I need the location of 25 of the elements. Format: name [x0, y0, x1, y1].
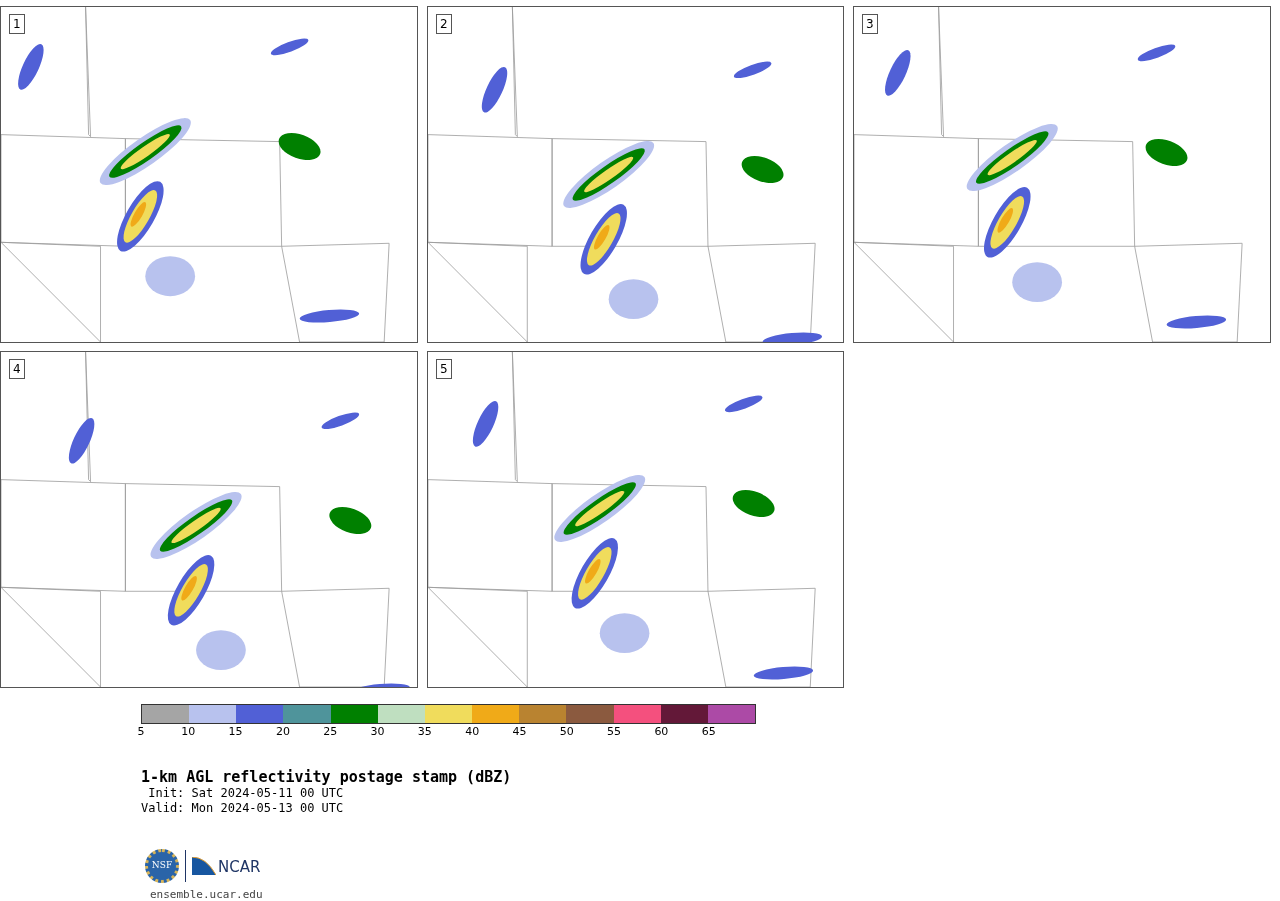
- panel-number: 3: [862, 14, 878, 34]
- scale-tick-label: 55: [607, 726, 622, 737]
- nsf-logo: NSF: [145, 849, 179, 883]
- scale-tick-label: 40: [465, 726, 480, 737]
- website-link[interactable]: ensemble.ucar.edu: [150, 887, 761, 901]
- wave-icon: [192, 857, 216, 875]
- init-time: Init: Sat 2024-05-11 00 UTC: [147, 786, 345, 801]
- scale-tick-label: 15: [228, 726, 243, 737]
- panel-number: 5: [436, 359, 452, 379]
- scale-tick-label: 10: [181, 726, 196, 737]
- scale-tick-label: 35: [417, 726, 432, 737]
- panel-number: 1: [9, 14, 25, 34]
- ncar-logo: NCAR: [192, 857, 261, 875]
- scale-tick-label: 25: [323, 726, 338, 737]
- scale-tick-label: 30: [370, 726, 385, 737]
- valid-time: Valid: Mon 2024-05-13 00 UTC: [141, 801, 345, 816]
- chart-title: 1-km AGL reflectivity postage stamp (dBZ): [141, 768, 513, 786]
- panel-number: 4: [9, 359, 25, 379]
- scale-tick-label: 50: [559, 726, 574, 737]
- scale-tick-label: 20: [275, 726, 290, 737]
- scale-tick-label: 45: [512, 726, 527, 737]
- panel-number: 2: [436, 14, 452, 34]
- scale-tick-label: 5: [137, 726, 145, 737]
- scale-tick-label: 60: [654, 726, 669, 737]
- scale-tick-label: 65: [701, 726, 716, 737]
